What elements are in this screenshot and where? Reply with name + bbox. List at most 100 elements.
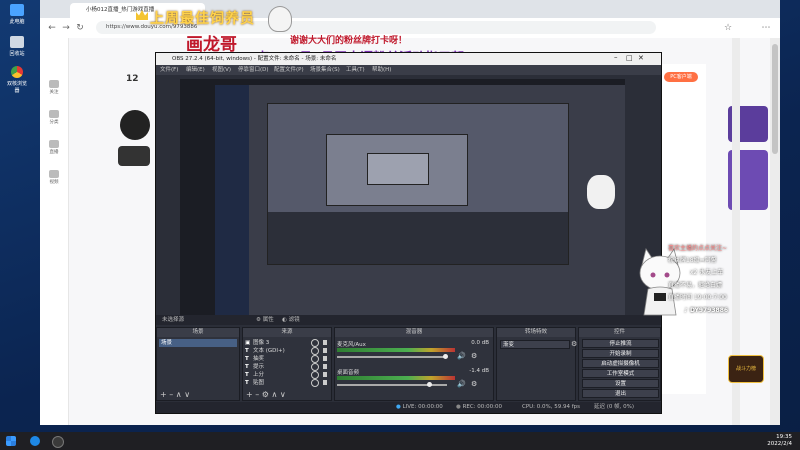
menu-icon[interactable]: ⋯ xyxy=(760,22,772,34)
mixer-dock-title: 混音器 xyxy=(335,328,493,337)
forward-icon[interactable]: → xyxy=(60,22,72,34)
speaker-icon[interactable]: 🔊 xyxy=(457,352,466,360)
eye-icon[interactable] xyxy=(311,347,319,355)
desktop-icon-recycle-bin[interactable]: 回收站 xyxy=(6,36,28,57)
windows-start-icon[interactable] xyxy=(6,436,16,446)
stop-streaming-button[interactable]: 停止推流 xyxy=(582,339,659,348)
menu-edit[interactable]: 编辑(E) xyxy=(186,65,205,75)
source-row[interactable]: T 贴图 xyxy=(245,379,329,387)
promo-line: ♪ DY9793886 xyxy=(684,307,728,314)
source-name: 提示 xyxy=(253,364,265,370)
menu-view[interactable]: 视图(V) xyxy=(212,65,231,75)
promo-line: 直播不易，拒绝白嫖 xyxy=(668,282,723,289)
speaker-icon[interactable]: 🔊 xyxy=(457,380,466,388)
source-row[interactable]: ▣ 图像 3 xyxy=(245,339,329,347)
minimize-icon[interactable]: – xyxy=(614,53,618,61)
remove-scene-icon[interactable]: – xyxy=(169,390,173,399)
desktop-icon-this-pc[interactable]: 此电脑 xyxy=(6,4,28,25)
source-row[interactable]: T 文本 (GDI+) xyxy=(245,347,329,355)
page-number: 12 xyxy=(126,74,139,84)
refresh-icon[interactable]: ↻ xyxy=(74,22,86,34)
lock-icon[interactable] xyxy=(323,348,327,353)
scenes-dock-title: 场景 xyxy=(157,328,239,337)
scroll-thumb[interactable] xyxy=(772,44,778,154)
menu-help[interactable]: 帮助(H) xyxy=(372,65,391,75)
source-down-icon[interactable]: ∨ xyxy=(280,390,286,399)
scene-item[interactable]: 场景 xyxy=(159,339,237,347)
mixer-channel-name: 麦克风/Aux xyxy=(337,342,366,348)
edge-icon[interactable] xyxy=(30,436,40,446)
eye-icon[interactable] xyxy=(311,355,319,363)
lock-icon[interactable] xyxy=(323,340,327,345)
no-source-label: 未选择源 xyxy=(162,317,185,323)
source-name: 文本 (GDI+) xyxy=(253,348,285,354)
scene-up-icon[interactable]: ∧ xyxy=(176,390,182,399)
obs-status-bar: ● LIVE: 00:00:00 ● REC: 00:00:00 CPU: 0.… xyxy=(156,402,661,413)
lock-icon[interactable] xyxy=(323,380,327,385)
menu-file[interactable]: 文件(F) xyxy=(160,65,178,75)
combat-rank-badge[interactable]: 战斗力榜 xyxy=(728,355,764,383)
transition-select[interactable]: 渐变 xyxy=(500,340,570,349)
source-name: 抽奖 xyxy=(253,356,265,362)
menu-scene-collection[interactable]: 场景集合(S) xyxy=(310,65,340,75)
source-up-icon[interactable]: ∧ xyxy=(272,390,278,399)
remove-source-icon[interactable]: – xyxy=(255,390,259,399)
left-nav-item-live[interactable]: 直播 xyxy=(44,140,64,155)
star-icon[interactable]: ☆ xyxy=(722,22,734,34)
studio-mode-button[interactable]: 工作室模式 xyxy=(582,369,659,378)
video-icon xyxy=(49,170,59,178)
transitions-dock: 转场特效 渐变 ⚙ xyxy=(496,327,577,401)
eye-icon[interactable] xyxy=(311,363,319,371)
left-nav-label: 关注 xyxy=(49,90,59,95)
eye-icon[interactable] xyxy=(311,339,319,347)
close-icon[interactable]: ✕ xyxy=(638,54,644,62)
source-settings-icon[interactable]: ⚙ xyxy=(262,390,269,399)
left-nav-item-video[interactable]: 视频 xyxy=(44,170,64,185)
promo-line: 喜欢主播的点点关注~ xyxy=(668,245,728,252)
transition-settings-icon[interactable]: ⚙ xyxy=(571,340,577,348)
add-scene-icon[interactable]: + xyxy=(160,390,167,399)
menu-profile[interactable]: 配置文件(P) xyxy=(274,65,304,75)
image-source-icon: ▣ xyxy=(245,340,251,346)
streamer-avatar-2 xyxy=(118,146,150,166)
virtual-camera-button[interactable]: 启动虚拟摄像机 xyxy=(582,359,659,368)
add-source-icon[interactable]: + xyxy=(246,390,253,399)
eye-icon[interactable] xyxy=(311,379,319,387)
streamer-avatar xyxy=(120,110,150,140)
back-icon[interactable]: ← xyxy=(46,22,58,34)
source-row[interactable]: T 提示 xyxy=(245,363,329,371)
client-badge[interactable]: PC客户端 xyxy=(664,72,698,82)
menu-docks[interactable]: 停靠窗口(D) xyxy=(238,65,269,75)
obs-taskbar-icon[interactable] xyxy=(52,436,64,448)
gear-icon[interactable]: ⚙ xyxy=(471,352,477,360)
source-toolbar-bottom: + – ⚙ ∧ ∨ xyxy=(246,390,286,399)
source-row[interactable]: T 上分 xyxy=(245,371,329,379)
source-row[interactable]: T 抽奖 xyxy=(245,355,329,363)
properties-button[interactable]: ⚙ 属性 xyxy=(256,315,274,325)
scene-down-icon[interactable]: ∨ xyxy=(184,390,190,399)
taskbar-clock[interactable]: 19:35 2022/2/4 xyxy=(767,434,792,448)
gear-icon[interactable]: ⚙ xyxy=(471,380,477,388)
lock-icon[interactable] xyxy=(323,356,327,361)
volume-slider[interactable] xyxy=(337,356,447,358)
obs-preview[interactable] xyxy=(180,79,625,315)
maximize-icon[interactable]: □ xyxy=(626,54,633,62)
volume-slider-knob[interactable] xyxy=(443,354,448,359)
left-nav-item-follow[interactable]: 关注 xyxy=(44,80,64,95)
exit-button[interactable]: 退出 xyxy=(582,389,659,398)
eye-icon[interactable] xyxy=(311,371,319,379)
overlay-red-text: 谢谢大大们的粉丝牌打卡呀！ xyxy=(290,36,408,46)
desktop-icon-browser[interactable]: 双核浏览器 xyxy=(6,66,28,94)
volume-slider-knob[interactable] xyxy=(427,382,432,387)
left-nav-label: 直播 xyxy=(49,150,59,155)
lock-icon[interactable] xyxy=(323,364,327,369)
left-nav-item-category[interactable]: 分类 xyxy=(44,110,64,125)
desktop-icon-label: 双核浏览器 xyxy=(6,81,27,94)
filters-button[interactable]: ◐ 滤镜 xyxy=(282,315,300,325)
start-recording-button[interactable]: 开始录制 xyxy=(582,349,659,358)
promo-line: 直播时间 19:00-7:00 xyxy=(668,294,727,301)
settings-button[interactable]: 设置 xyxy=(582,379,659,388)
menu-tools[interactable]: 工具(T) xyxy=(346,65,365,75)
text-source-icon: T xyxy=(245,380,249,386)
lock-icon[interactable] xyxy=(323,372,327,377)
